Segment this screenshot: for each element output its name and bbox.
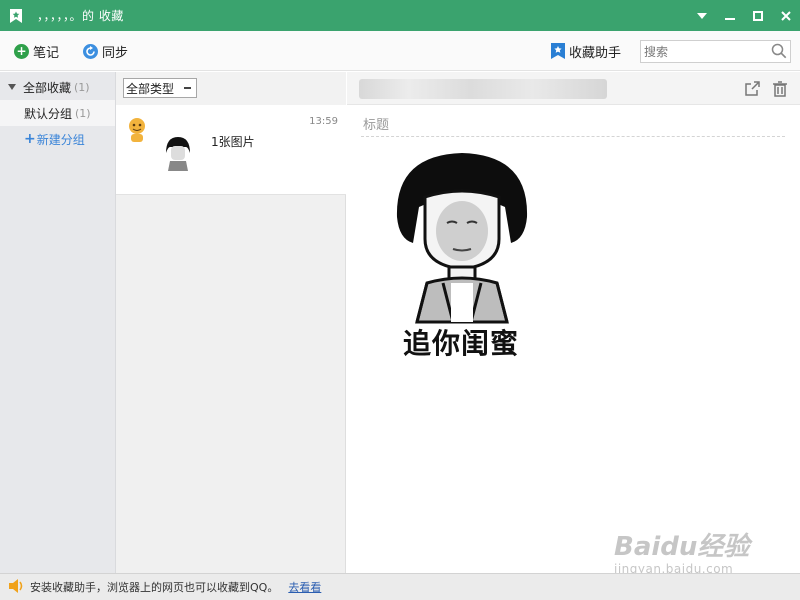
window-controls	[688, 0, 800, 31]
watermark-main-text: Baidu经验	[614, 532, 750, 562]
chevron-down-icon	[184, 87, 191, 89]
title-field[interactable]: 标题	[363, 114, 389, 133]
list-pane: 全部类型 13:59 1张图片	[116, 72, 346, 573]
toolbar: + 笔记 同步 收藏助手	[0, 31, 800, 71]
note-button[interactable]: + 笔记	[14, 41, 59, 61]
item-text: 1张图片	[211, 135, 255, 149]
new-group-button[interactable]: + 新建分组	[0, 126, 115, 152]
title-bar: ，，，，，。的 收藏	[0, 0, 800, 31]
sidebar-item-count: (1)	[75, 106, 91, 120]
window-title: ，，，，，。的 收藏	[37, 9, 124, 23]
close-icon[interactable]	[772, 0, 800, 31]
search-input[interactable]	[641, 41, 766, 62]
sync-button-label: 同步	[102, 45, 129, 61]
bookmark-star-icon	[9, 8, 23, 24]
plus-icon: +	[24, 131, 36, 147]
item-time: 13:59	[309, 116, 338, 127]
type-filter-value: 全部类型	[126, 81, 175, 96]
status-bar: 安装收藏助手，浏览器上的网页也可以收藏到QQ。 去看看	[0, 573, 800, 600]
dropdown-icon[interactable]	[688, 0, 716, 31]
trash-icon[interactable]	[771, 80, 789, 98]
blurred-source-title	[359, 79, 607, 99]
sidebar: 全部收藏 (1) 默认分组 (1) + 新建分组	[0, 72, 116, 573]
note-button-label: 笔记	[33, 45, 60, 61]
sidebar-item-default-group[interactable]: 默认分组 (1)	[0, 100, 115, 126]
watermark: Baidu经验 jingyan.baidu.com	[614, 520, 784, 580]
search-box	[640, 40, 791, 63]
expand-triangle-icon[interactable]	[8, 84, 16, 90]
search-icon[interactable]	[771, 43, 787, 62]
status-message: 安装收藏助手，浏览器上的网页也可以收藏到QQ。	[30, 581, 279, 594]
detail-pane: 标题 追你闺蜜	[347, 72, 800, 573]
sidebar-item-label: 全部收藏	[23, 80, 72, 95]
assistant-button-label: 收藏助手	[569, 45, 622, 61]
sync-icon	[83, 43, 98, 59]
detail-header	[347, 72, 800, 105]
title-divider	[361, 136, 785, 137]
type-filter-select[interactable]: 全部类型	[123, 78, 197, 98]
list-item[interactable]: 13:59 1张图片	[116, 105, 346, 195]
speaker-icon	[8, 578, 24, 597]
plus-icon: +	[14, 43, 29, 59]
share-icon[interactable]	[743, 80, 761, 98]
star-icon	[551, 43, 565, 59]
sidebar-item-label: 默认分组	[24, 106, 73, 121]
sidebar-item-all[interactable]: 全部收藏 (1)	[0, 74, 115, 100]
maximize-icon[interactable]	[744, 0, 772, 31]
go-see-link[interactable]: 去看看	[288, 579, 321, 595]
meme-caption: 追你闺蜜	[403, 327, 520, 360]
thumbnail-image	[162, 135, 194, 183]
avatar	[126, 117, 148, 143]
assistant-button[interactable]: 收藏助手	[551, 41, 621, 61]
minimize-icon[interactable]	[716, 0, 744, 31]
list-header: 全部类型	[116, 72, 346, 105]
sidebar-item-count: (1)	[74, 80, 90, 94]
sync-button[interactable]: 同步	[83, 41, 128, 61]
new-group-label: 新建分组	[36, 132, 85, 147]
